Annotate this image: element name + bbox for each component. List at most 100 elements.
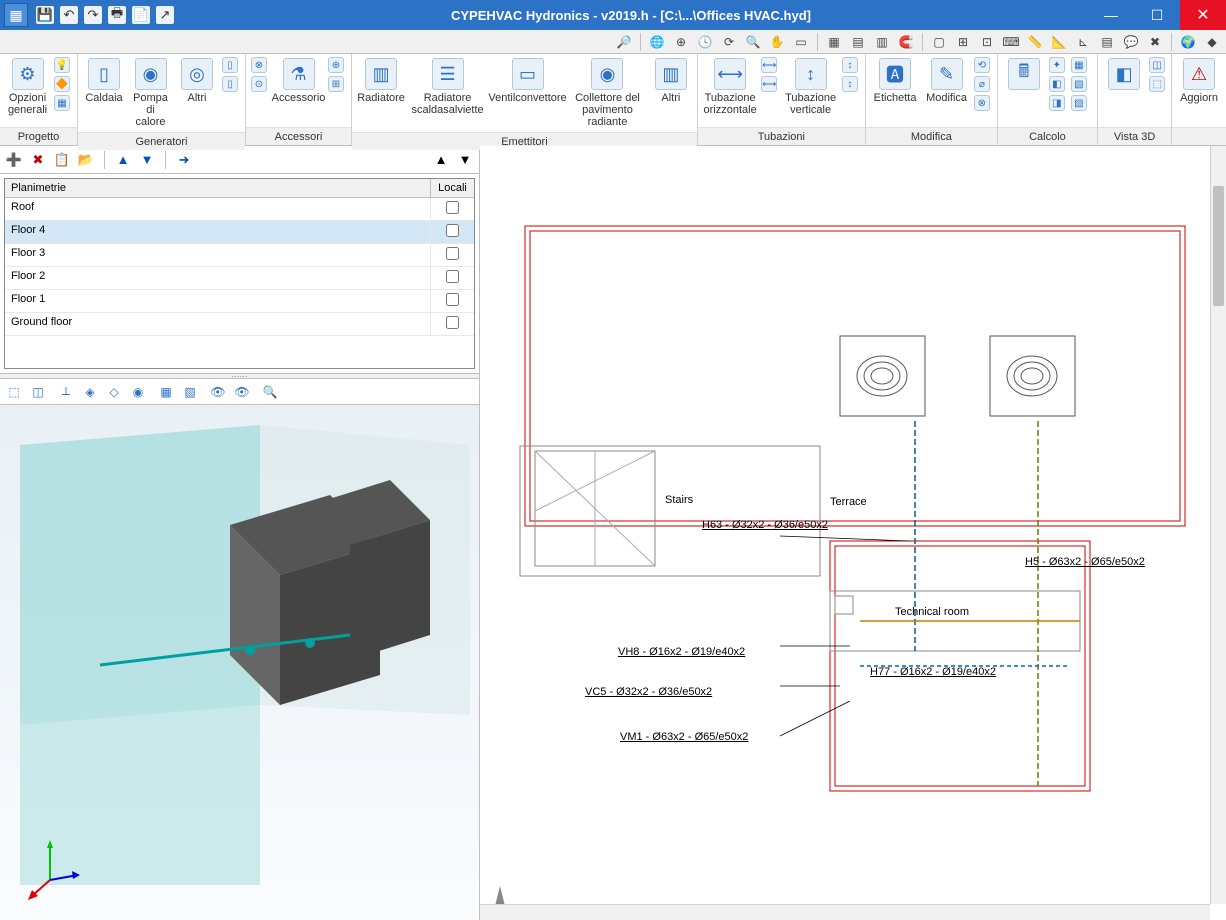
refresh-icon[interactable]: ⟳ xyxy=(719,32,739,52)
grid3-icon[interactable]: ▥ xyxy=(872,32,892,52)
ortho-icon[interactable]: ⊾ xyxy=(1073,32,1093,52)
aggiorna-button[interactable]: ⚠Aggiorn xyxy=(1176,56,1222,106)
maximize-button[interactable]: ☐ xyxy=(1134,0,1180,30)
plan-row[interactable]: Floor 1 xyxy=(5,290,474,313)
view3d-camera-icon[interactable]: ◉ xyxy=(128,382,148,402)
add-plan-icon[interactable]: ➕ xyxy=(4,150,24,170)
drawing-area[interactable]: Stairs Terrace Technical room H63 - Ø32x… xyxy=(480,146,1226,920)
acc2-icon[interactable]: ⊙ xyxy=(250,75,270,93)
mod-sm1-icon[interactable]: ⟲ xyxy=(973,56,993,74)
grid2-icon[interactable]: ▤ xyxy=(848,32,868,52)
ruler-icon[interactable]: 📏 xyxy=(1025,32,1045,52)
plan-row-checkbox-cell[interactable] xyxy=(430,313,474,335)
acc1-icon[interactable]: ⊗ xyxy=(250,56,270,74)
pipe-sm4-icon[interactable]: ↕ xyxy=(841,75,861,93)
move-up-icon[interactable]: ▲ xyxy=(113,150,133,170)
view3d-zoom-icon[interactable]: 🔍 xyxy=(260,382,280,402)
share-icon[interactable]: ↗ xyxy=(156,6,174,24)
tubazione-orizz-button[interactable]: ⟷Tubazione orizzontale xyxy=(702,56,759,118)
zoom-icon[interactable]: 🔍 xyxy=(743,32,763,52)
radiatore-scalda-button[interactable]: ☰Radiatore scaldasalviette xyxy=(408,56,487,118)
find-icon[interactable]: 🔎 xyxy=(614,32,634,52)
view3d-color2-icon[interactable]: ▧ xyxy=(180,382,200,402)
caldaia-button[interactable]: ▯Caldaia xyxy=(82,56,126,106)
v3d-sm1-icon[interactable]: ◫ xyxy=(1148,56,1168,74)
opzioni-generali-button[interactable]: ⚙ Opzioni generali xyxy=(4,56,51,118)
mod-sm3-icon[interactable]: ⊗ xyxy=(973,94,993,112)
view3d-vis1-icon[interactable]: 👁 xyxy=(208,382,228,402)
view3d-viewport[interactable] xyxy=(0,405,479,920)
locali-checkbox[interactable] xyxy=(446,316,459,329)
view3d-persp-icon[interactable]: ◈ xyxy=(80,382,100,402)
planimetrie-header[interactable]: Planimetrie xyxy=(5,179,430,197)
help-icon[interactable]: ◆ xyxy=(1202,32,1222,52)
keyboard-icon[interactable]: ⌨ xyxy=(1001,32,1021,52)
delete-plan-icon[interactable]: ✖ xyxy=(28,150,48,170)
calc-sm4-icon[interactable]: ▦ xyxy=(1070,56,1090,74)
snap-rect-icon[interactable]: ▢ xyxy=(929,32,949,52)
close-button[interactable]: ✕ xyxy=(1180,0,1226,30)
color-icon[interactable]: 🔶 xyxy=(53,75,73,93)
print-icon[interactable]: 🖶 xyxy=(108,6,126,24)
plan-row-checkbox-cell[interactable] xyxy=(430,244,474,266)
select-icon[interactable]: ▭ xyxy=(791,32,811,52)
view3d-iso-icon[interactable]: ◫ xyxy=(28,382,48,402)
view3d-cube-icon[interactable]: ⬚ xyxy=(4,382,24,402)
pipe-sm2-icon[interactable]: ⟷ xyxy=(760,75,780,93)
ventilconvettore-button[interactable]: ▭Ventilconvettore xyxy=(489,56,566,106)
calc-sm2-icon[interactable]: ◧ xyxy=(1048,75,1068,93)
etichetta-button[interactable]: 🅰Etichetta xyxy=(870,56,920,106)
clock-icon[interactable]: 🕓 xyxy=(695,32,715,52)
snap-point-icon[interactable]: ⊡ xyxy=(977,32,997,52)
copy-plan-icon[interactable]: 📋 xyxy=(52,150,72,170)
view3d-color1-icon[interactable]: ▦ xyxy=(156,382,176,402)
gen-small2-icon[interactable]: ▯ xyxy=(221,75,241,93)
view3d-vis2-icon[interactable]: 👁 xyxy=(232,382,252,402)
plan-row-checkbox-cell[interactable] xyxy=(430,290,474,312)
pan-icon[interactable]: ✋ xyxy=(767,32,787,52)
radiatore-button[interactable]: ▥Radiatore xyxy=(356,56,406,106)
vertical-scrollbar[interactable] xyxy=(1210,146,1226,904)
app-logo[interactable]: ▦ xyxy=(4,3,28,27)
snap-grid-icon[interactable]: ⊞ xyxy=(953,32,973,52)
collapse-up-icon[interactable]: ▲ xyxy=(431,150,451,170)
redo-icon[interactable]: ↷ xyxy=(84,6,102,24)
angle-icon[interactable]: 📐 xyxy=(1049,32,1069,52)
comment-icon[interactable]: 💬 xyxy=(1121,32,1141,52)
plan-row[interactable]: Floor 4 xyxy=(5,221,474,244)
plan-row[interactable]: Ground floor xyxy=(5,313,474,336)
calc-sm3-icon[interactable]: ◨ xyxy=(1048,94,1068,112)
goto-plan-icon[interactable]: ➜ xyxy=(174,150,194,170)
altri-emettitori-button[interactable]: ▥Altri xyxy=(649,56,693,106)
calc-sm5-icon[interactable]: ▧ xyxy=(1070,75,1090,93)
horizontal-scrollbar[interactable] xyxy=(480,904,1210,920)
acc4-icon[interactable]: ⊞ xyxy=(327,75,347,93)
target-icon[interactable]: ⊕ xyxy=(671,32,691,52)
open-plan-icon[interactable]: 📂 xyxy=(76,150,96,170)
pipe-sm1-icon[interactable]: ⟷ xyxy=(760,56,780,74)
v3d-sm2-icon[interactable]: ⬚ xyxy=(1148,75,1168,93)
plan-row-checkbox-cell[interactable] xyxy=(430,267,474,289)
calc-sm1-icon[interactable]: ✦ xyxy=(1048,56,1068,74)
save-icon[interactable]: 💾 xyxy=(36,6,54,24)
view3d-top-icon[interactable]: ⟂ xyxy=(56,382,76,402)
plan-row-checkbox-cell[interactable] xyxy=(430,198,474,220)
gen-small1-icon[interactable]: ▯ xyxy=(221,56,241,74)
locali-checkbox[interactable] xyxy=(446,293,459,306)
modifica-button[interactable]: ✎Modifica xyxy=(922,56,971,106)
tubazione-vert-button[interactable]: ↕Tubazione verticale xyxy=(782,56,839,118)
locali-checkbox[interactable] xyxy=(446,247,459,260)
plan-row-checkbox-cell[interactable] xyxy=(430,221,474,243)
move-down-icon[interactable]: ▼ xyxy=(137,150,157,170)
minimize-button[interactable]: — xyxy=(1088,0,1134,30)
mod-sm2-icon[interactable]: ⌀ xyxy=(973,75,993,93)
plan-row[interactable]: Floor 2 xyxy=(5,267,474,290)
plan-row[interactable]: Floor 3 xyxy=(5,244,474,267)
collapse-down-icon[interactable]: ▼ xyxy=(455,150,475,170)
collettore-button[interactable]: ◉Collettore del pavimento radiante xyxy=(568,56,647,130)
layer-icon[interactable]: ▤ xyxy=(1097,32,1117,52)
help-globe-icon[interactable]: 🌍 xyxy=(1178,32,1198,52)
locali-checkbox[interactable] xyxy=(446,201,459,214)
plan-row[interactable]: Roof xyxy=(5,198,474,221)
locali-header[interactable]: Locali xyxy=(430,179,474,197)
